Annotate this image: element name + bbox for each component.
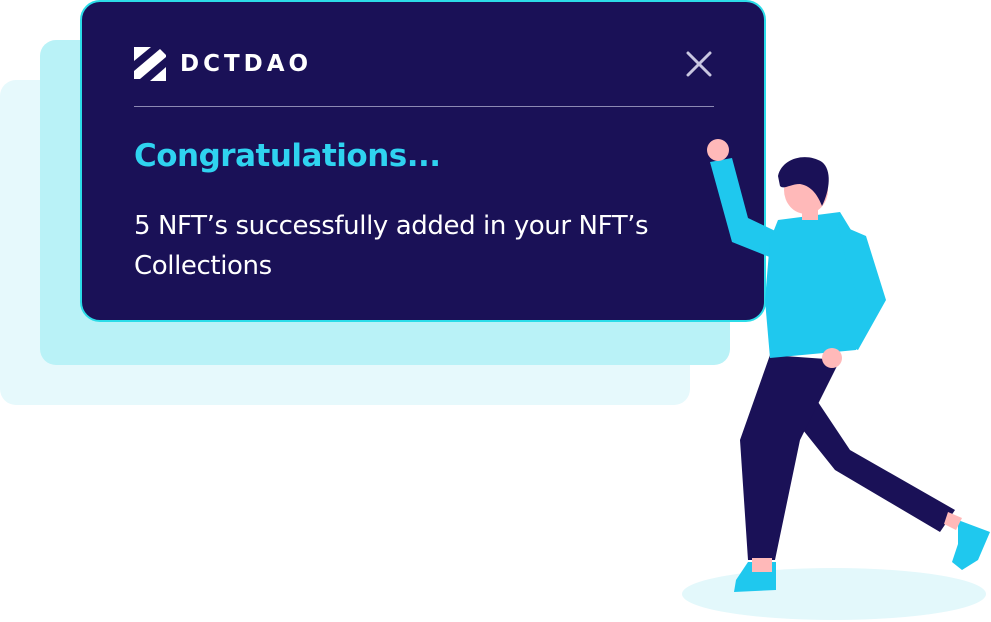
ground-shadow [682,568,986,620]
raised-hand [707,139,729,161]
celebrating-person-illustration [682,139,990,620]
back-shoe [952,520,990,570]
hip-hand [822,348,842,368]
